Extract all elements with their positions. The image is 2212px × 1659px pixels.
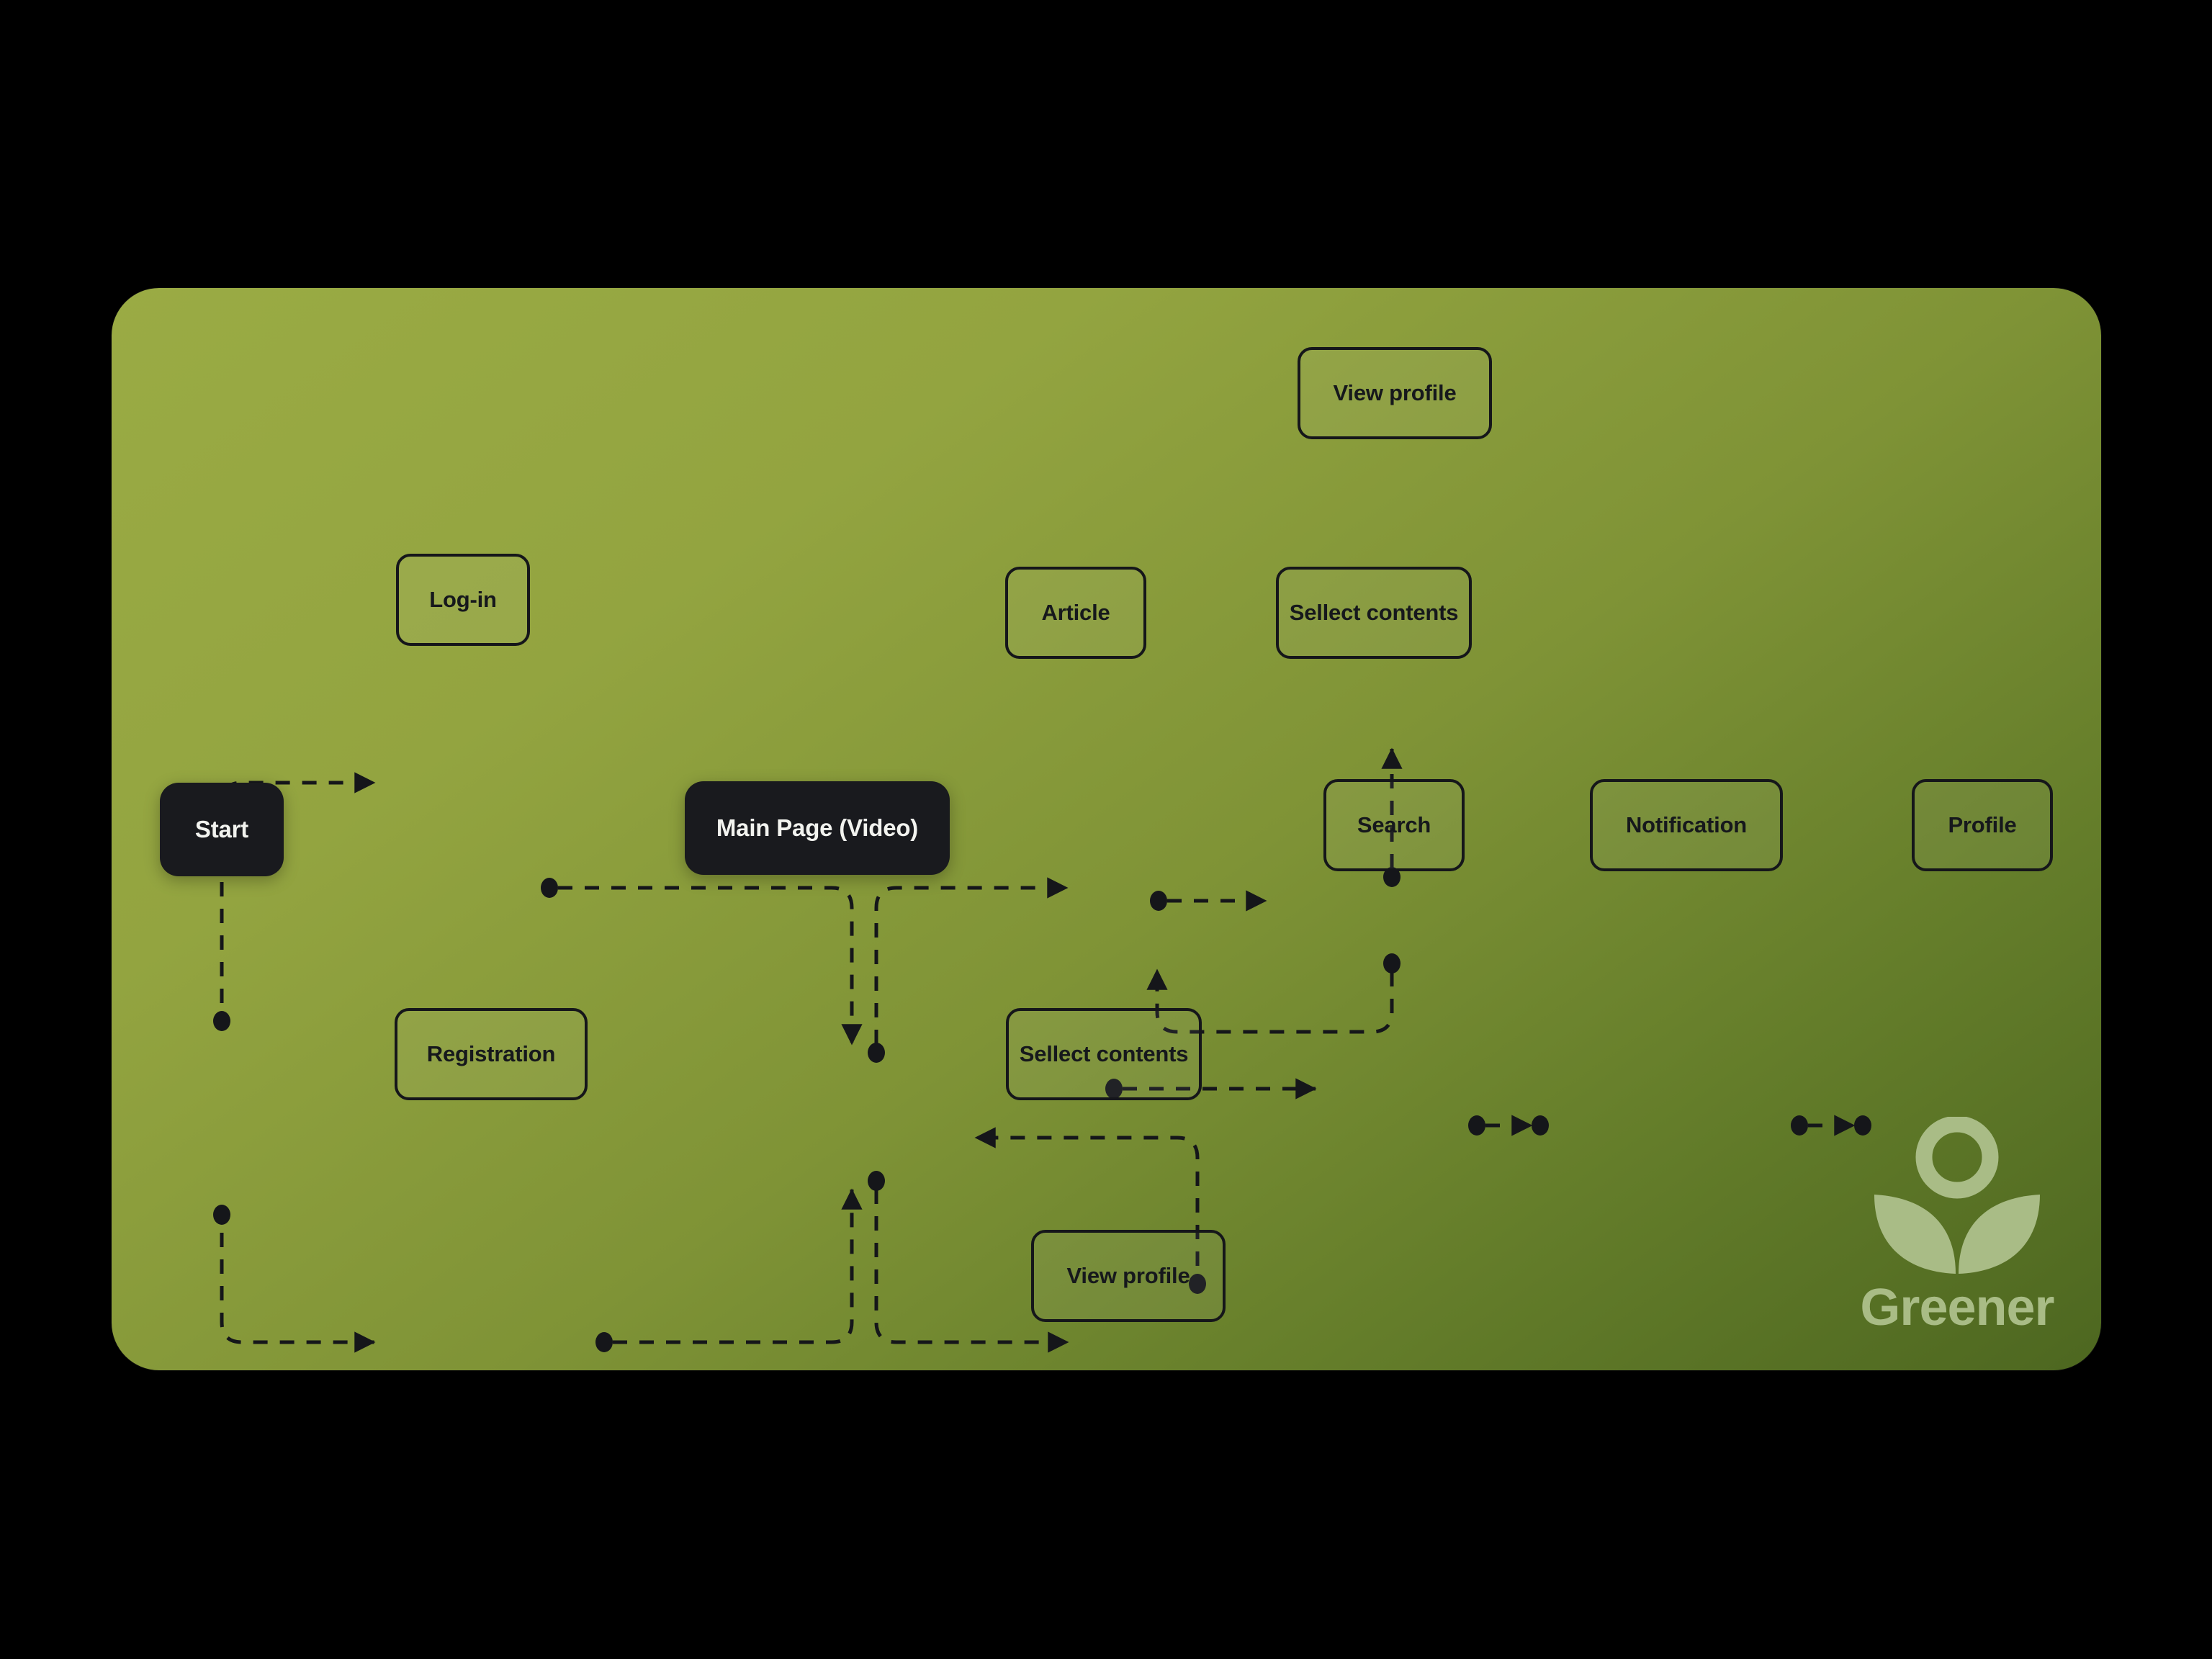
connector-dot	[213, 1205, 230, 1225]
edge-start-to-registration	[220, 1206, 376, 1353]
node-view-profile-bottom[interactable]: View profile	[1031, 1230, 1226, 1322]
connector-dot	[1468, 1115, 1485, 1136]
node-view-profile-top[interactable]: View profile	[1298, 347, 1492, 439]
node-registration[interactable]: Registration	[395, 1008, 588, 1100]
node-main-page[interactable]: Main Page (Video)	[685, 781, 950, 875]
node-label: Sellect contents	[1289, 600, 1459, 626]
connector-dot	[541, 878, 558, 898]
connector-dot	[868, 1043, 885, 1063]
flowchart-canvas: Start Log-in Registration Main Page (Vid…	[112, 288, 2101, 1370]
brand-name: Greener	[1860, 1279, 2054, 1336]
node-label: Main Page (Video)	[716, 814, 919, 842]
node-label: Registration	[426, 1041, 556, 1067]
node-sellect-contents-bottom[interactable]: Sellect contents	[1006, 1008, 1202, 1100]
connector-dot	[868, 1171, 885, 1191]
node-start[interactable]: Start	[160, 783, 284, 876]
node-article[interactable]: Article	[1005, 567, 1146, 659]
node-log-in[interactable]: Log-in	[396, 554, 530, 646]
connector-dot	[1383, 953, 1401, 974]
node-profile[interactable]: Profile	[1912, 779, 2053, 871]
plant-circle-leaves-icon	[1874, 1117, 2040, 1274]
screenshot-root: Start Log-in Registration Main Page (Vid…	[0, 0, 2212, 1659]
edge-registration-to-mainpage	[613, 1188, 863, 1344]
edge-login-to-mainpage	[558, 886, 863, 1046]
connector-dot	[1854, 1115, 1871, 1136]
node-label: Notification	[1625, 812, 1748, 838]
brand-logo: Greener	[1849, 1117, 2065, 1354]
node-label: Log-in	[429, 587, 497, 613]
node-notification[interactable]: Notification	[1590, 779, 1783, 871]
node-label: Search	[1357, 812, 1431, 838]
connector-layer	[213, 747, 1871, 1353]
node-label: Sellect contents	[1019, 1041, 1189, 1067]
connector-dot	[213, 1011, 230, 1031]
node-label: Profile	[1948, 812, 2017, 838]
connector-dot	[595, 1332, 613, 1352]
node-label: View profile	[1066, 1263, 1190, 1289]
connector-dot	[1532, 1115, 1549, 1136]
node-label: View profile	[1333, 380, 1457, 406]
node-label: Article	[1041, 600, 1110, 626]
node-sellect-contents-top[interactable]: Sellect contents	[1276, 567, 1472, 659]
node-search[interactable]: Search	[1323, 779, 1465, 871]
node-label: Start	[194, 816, 249, 843]
connector-dot	[1150, 891, 1167, 911]
connector-dot	[1791, 1115, 1808, 1136]
